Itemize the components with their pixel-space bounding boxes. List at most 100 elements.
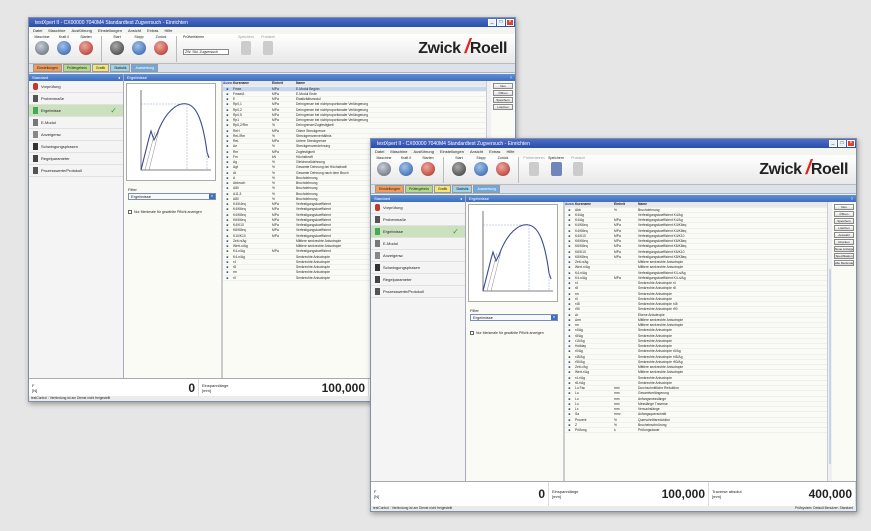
checkbox-icon[interactable]: ■	[565, 381, 574, 385]
checkbox-icon[interactable]: ■	[223, 186, 232, 190]
checkbox-icon[interactable]: ■	[223, 218, 232, 222]
sidebar-item-process-report[interactable]: Prozesswerte/Protokoll	[371, 286, 465, 298]
save-button[interactable]: Speichern	[237, 34, 255, 55]
menu-item[interactable]: Einstellungen	[440, 149, 464, 154]
menu-item[interactable]: Datei	[33, 28, 42, 33]
open-button[interactable]: Öffnen	[493, 90, 513, 96]
checkbox-icon[interactable]: ■	[223, 223, 232, 227]
sidebar-item-preliminary[interactable]: Vorprüfung	[29, 81, 123, 93]
tab-result[interactable]: Prüfergebnis	[63, 64, 91, 72]
filter-checkbox[interactable]: Nur Merkmale für gewählte Pflicht anzeig…	[128, 210, 217, 214]
menu-item[interactable]: Extras	[147, 28, 158, 33]
checkbox-icon[interactable]: ■	[223, 139, 232, 143]
checkbox-icon[interactable]: ■	[565, 391, 574, 395]
checkbox-icon[interactable]: ■	[565, 260, 574, 264]
checkbox-icon[interactable]: ■	[565, 370, 574, 374]
checkbox-icon[interactable]: ■	[223, 155, 232, 159]
new-view-button[interactable]: Neue Anzeige	[834, 246, 854, 252]
checkbox-icon[interactable]: ■	[565, 307, 574, 311]
checkbox-icon[interactable]: ■	[565, 328, 574, 332]
checkbox-icon[interactable]: ■	[223, 244, 232, 248]
close-button[interactable]: ×	[506, 19, 514, 26]
checkbox-icon[interactable]: ■	[223, 134, 232, 138]
start-position-button[interactable]: Starten	[419, 155, 437, 176]
checkbox-icon[interactable]: ■	[223, 150, 232, 154]
checkbox-icon[interactable]: ■	[565, 213, 574, 217]
tab-settings[interactable]: Einstellungen	[375, 185, 405, 193]
return-button[interactable]: Zurück	[494, 155, 512, 176]
sidebar-item-display[interactable]: Anzeigenw.	[29, 129, 123, 141]
menu-item[interactable]: Ansicht	[128, 28, 141, 33]
minimize-button[interactable]: _	[829, 140, 837, 147]
report-button[interactable]: Protokoll	[569, 155, 587, 176]
checkbox-icon[interactable]: ■	[565, 360, 574, 364]
tab-result[interactable]: Prüfergebnis	[405, 185, 433, 193]
print-button[interactable]: Drucken	[834, 239, 854, 245]
checkbox-icon[interactable]: ■	[565, 349, 574, 353]
sidebar-item-specimen[interactable]: Probenmaße	[371, 214, 465, 226]
start-test-button[interactable]: Start	[450, 155, 468, 176]
checkbox-icon[interactable]: ■	[565, 355, 574, 359]
checkbox-icon[interactable]: ■	[223, 255, 232, 259]
start-position-button[interactable]: Starten	[77, 34, 95, 55]
sidebar-item-oscillation[interactable]: Schwingungsphasen	[29, 141, 123, 153]
delete-button[interactable]: Löschen	[493, 104, 513, 110]
save-button[interactable]: Speichern	[547, 155, 565, 176]
machine-button[interactable]: Maschine	[33, 34, 51, 55]
checkbox-icon[interactable]: ■	[565, 318, 574, 322]
save-result-button[interactable]: Speichern	[834, 218, 854, 224]
start-test-button[interactable]: Start	[108, 34, 126, 55]
menu-item[interactable]: Ausführung	[71, 28, 91, 33]
menu-item[interactable]: Maschine	[390, 149, 407, 154]
menu-item[interactable]: Einstellungen	[98, 28, 122, 33]
checkbox-icon[interactable]: ■	[223, 276, 232, 280]
checkbox-icon[interactable]: ■	[565, 428, 574, 432]
filter-dropdown[interactable]: Ergebnisse ▾	[470, 314, 558, 321]
checkbox-icon[interactable]: ■	[223, 202, 232, 206]
checkbox-icon[interactable]: ■	[565, 397, 574, 401]
tab-graph[interactable]: Grafik	[433, 185, 452, 193]
checkbox-icon[interactable]: ■	[565, 376, 574, 380]
maximize-button[interactable]: □	[838, 140, 846, 147]
checkbox-icon[interactable]: ■	[223, 213, 232, 217]
help-icon[interactable]: ?	[851, 196, 853, 201]
checkbox-icon[interactable]: ■	[223, 192, 232, 196]
checkbox-icon[interactable]: ■	[565, 255, 574, 259]
stop-button[interactable]: Stopp	[130, 34, 148, 55]
sidebar-item-control[interactable]: Regelparameter	[29, 153, 123, 165]
sidebar-item-process-report[interactable]: Prozesswerte/Protokoll	[29, 165, 123, 177]
checkbox-icon[interactable]: ■	[565, 365, 574, 369]
checkbox-icon[interactable]: ■	[565, 423, 574, 427]
checkbox-icon[interactable]: ■	[223, 249, 232, 253]
checkbox-icon[interactable]: ■	[223, 260, 232, 264]
checkbox-icon[interactable]: ■	[223, 129, 232, 133]
collapse-icon[interactable]: ◂	[460, 196, 462, 201]
tab-statistics[interactable]: Statistik	[452, 185, 473, 193]
checkbox-icon[interactable]: ■	[565, 339, 574, 343]
help-icon[interactable]: ?	[510, 75, 512, 80]
checkbox-icon[interactable]: ■	[565, 239, 574, 243]
checkbox-icon[interactable]: ■	[223, 97, 232, 101]
sidebar-item-display[interactable]: Anzeigenw.	[371, 250, 465, 262]
menu-item[interactable]: Hilfe	[506, 149, 514, 154]
checkbox-icon[interactable]: ■	[223, 239, 232, 243]
new-button[interactable]: Neu	[834, 204, 854, 210]
test-program-select[interactable]: ZW: Std. Zugversuch	[183, 49, 229, 55]
checkbox-icon[interactable]: ■	[223, 171, 232, 175]
checkbox-icon[interactable]: ■	[223, 270, 232, 274]
sidebar-item-results[interactable]: Ergebnisse ✓	[371, 226, 465, 238]
sidebar-item-preliminary[interactable]: Vorprüfung	[371, 202, 465, 214]
force-zero-button[interactable]: Kraft 0	[397, 155, 415, 176]
checkbox-icon[interactable]: ■	[565, 292, 574, 296]
checkbox-icon[interactable]: ■	[565, 281, 574, 285]
sidebar-item-results[interactable]: Ergebnisse ✓	[29, 105, 123, 117]
checkbox-icon[interactable]: ■	[565, 344, 574, 348]
sidebar-item-modulus[interactable]: E-Modul	[29, 117, 123, 129]
checkbox-box[interactable]	[470, 331, 474, 335]
checkbox-icon[interactable]: ■	[565, 402, 574, 406]
report-button[interactable]: Protokoll	[259, 34, 277, 55]
checkbox-icon[interactable]: ■	[223, 102, 232, 106]
tab-graph[interactable]: Grafik	[91, 64, 110, 72]
select-button[interactable]: Auswahl	[834, 232, 854, 238]
menu-item[interactable]: Maschine	[48, 28, 65, 33]
